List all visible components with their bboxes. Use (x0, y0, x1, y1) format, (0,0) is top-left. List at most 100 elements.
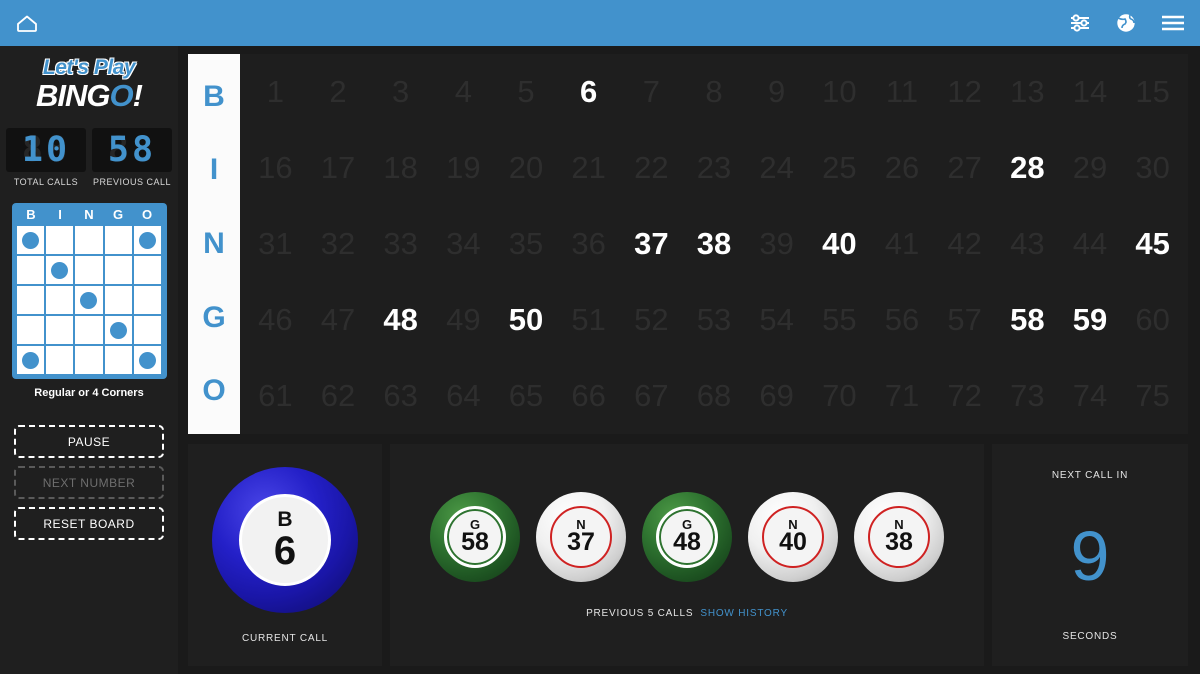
board-number-59[interactable]: 59 (1073, 302, 1107, 338)
board-number-27[interactable]: 27 (947, 150, 981, 186)
board-number-64[interactable]: 64 (446, 378, 480, 414)
board-number-24[interactable]: 24 (759, 150, 793, 186)
pattern-cell[interactable] (134, 316, 162, 344)
pattern-cell[interactable] (104, 286, 133, 314)
pattern-cell[interactable] (45, 286, 74, 314)
pattern-cell[interactable] (16, 226, 44, 254)
pattern-cell[interactable] (134, 346, 162, 374)
board-number-67[interactable]: 67 (634, 378, 668, 414)
board-number-66[interactable]: 66 (571, 378, 605, 414)
pattern-cell[interactable] (104, 256, 133, 284)
board-number-63[interactable]: 63 (383, 378, 417, 414)
board-number-49[interactable]: 49 (446, 302, 480, 338)
board-number-28[interactable]: 28 (1010, 150, 1044, 186)
board-number-17[interactable]: 17 (321, 150, 355, 186)
board-number-65[interactable]: 65 (509, 378, 543, 414)
pattern-cell[interactable] (134, 286, 162, 314)
board-number-35[interactable]: 35 (509, 226, 543, 262)
board-number-47[interactable]: 47 (321, 302, 355, 338)
board-number-72[interactable]: 72 (947, 378, 981, 414)
pattern-cell[interactable] (16, 316, 44, 344)
home-icon[interactable] (14, 10, 40, 36)
board-number-4[interactable]: 4 (455, 74, 472, 110)
board-number-31[interactable]: 31 (258, 226, 292, 262)
pattern-card[interactable]: BINGO (11, 203, 167, 379)
board-number-68[interactable]: 68 (697, 378, 731, 414)
board-number-69[interactable]: 69 (759, 378, 793, 414)
board-number-73[interactable]: 73 (1010, 378, 1044, 414)
next-number-button[interactable]: NEXT NUMBER (14, 466, 164, 499)
board-number-34[interactable]: 34 (446, 226, 480, 262)
pattern-cell[interactable] (16, 256, 44, 284)
pattern-cell[interactable] (45, 256, 74, 284)
board-number-11[interactable]: 11 (886, 74, 918, 110)
board-number-7[interactable]: 7 (643, 74, 660, 110)
board-number-26[interactable]: 26 (885, 150, 919, 186)
board-number-43[interactable]: 43 (1010, 226, 1044, 262)
pause-button[interactable]: PAUSE (14, 425, 164, 458)
board-number-18[interactable]: 18 (383, 150, 417, 186)
board-number-54[interactable]: 54 (759, 302, 793, 338)
board-number-8[interactable]: 8 (705, 74, 722, 110)
board-number-1[interactable]: 1 (267, 74, 284, 110)
board-number-3[interactable]: 3 (392, 74, 409, 110)
settings-sliders-icon[interactable] (1068, 11, 1092, 35)
board-number-39[interactable]: 39 (759, 226, 793, 262)
board-number-75[interactable]: 75 (1135, 378, 1169, 414)
board-number-42[interactable]: 42 (947, 226, 981, 262)
board-number-51[interactable]: 51 (571, 302, 605, 338)
globe-icon[interactable] (1114, 11, 1138, 35)
board-number-60[interactable]: 60 (1135, 302, 1169, 338)
board-number-58[interactable]: 58 (1010, 302, 1044, 338)
pattern-cell[interactable] (104, 346, 133, 374)
board-number-74[interactable]: 74 (1073, 378, 1107, 414)
board-number-20[interactable]: 20 (509, 150, 543, 186)
board-number-62[interactable]: 62 (321, 378, 355, 414)
board-number-9[interactable]: 9 (768, 74, 785, 110)
pattern-cell[interactable] (16, 286, 44, 314)
board-number-41[interactable]: 41 (885, 226, 919, 262)
board-number-45[interactable]: 45 (1135, 226, 1169, 262)
hamburger-menu-icon[interactable] (1160, 12, 1186, 34)
pattern-cell[interactable] (75, 226, 103, 254)
pattern-cell[interactable] (75, 316, 103, 344)
board-number-5[interactable]: 5 (517, 74, 534, 110)
pattern-cell[interactable] (75, 346, 103, 374)
pattern-cell[interactable] (134, 256, 162, 284)
show-history-link[interactable]: SHOW HISTORY (700, 608, 788, 619)
board-number-44[interactable]: 44 (1073, 226, 1107, 262)
board-number-14[interactable]: 14 (1073, 74, 1107, 110)
board-number-61[interactable]: 61 (258, 378, 292, 414)
board-number-37[interactable]: 37 (634, 226, 668, 262)
board-number-16[interactable]: 16 (258, 150, 292, 186)
board-number-22[interactable]: 22 (634, 150, 668, 186)
board-number-55[interactable]: 55 (822, 302, 856, 338)
pattern-cell[interactable] (16, 346, 44, 374)
pattern-cell[interactable] (134, 226, 162, 254)
board-number-13[interactable]: 13 (1010, 74, 1044, 110)
board-number-15[interactable]: 15 (1135, 74, 1169, 110)
board-number-70[interactable]: 70 (822, 378, 856, 414)
pattern-cell[interactable] (75, 286, 103, 314)
pattern-cell[interactable] (45, 346, 74, 374)
board-number-71[interactable]: 71 (885, 378, 919, 414)
pattern-cell[interactable] (45, 316, 74, 344)
board-number-23[interactable]: 23 (697, 150, 731, 186)
pattern-cell[interactable] (104, 226, 133, 254)
pattern-cell[interactable] (45, 226, 74, 254)
board-number-2[interactable]: 2 (329, 74, 346, 110)
board-number-46[interactable]: 46 (258, 302, 292, 338)
board-number-30[interactable]: 30 (1135, 150, 1169, 186)
board-number-33[interactable]: 33 (383, 226, 417, 262)
board-number-38[interactable]: 38 (697, 226, 731, 262)
pattern-cell[interactable] (75, 256, 103, 284)
board-number-19[interactable]: 19 (446, 150, 480, 186)
board-number-56[interactable]: 56 (885, 302, 919, 338)
board-number-57[interactable]: 57 (947, 302, 981, 338)
reset-board-button[interactable]: RESET BOARD (14, 507, 164, 540)
board-number-52[interactable]: 52 (634, 302, 668, 338)
board-number-40[interactable]: 40 (822, 226, 856, 262)
board-number-53[interactable]: 53 (697, 302, 731, 338)
board-number-12[interactable]: 12 (947, 74, 981, 110)
board-number-50[interactable]: 50 (509, 302, 543, 338)
